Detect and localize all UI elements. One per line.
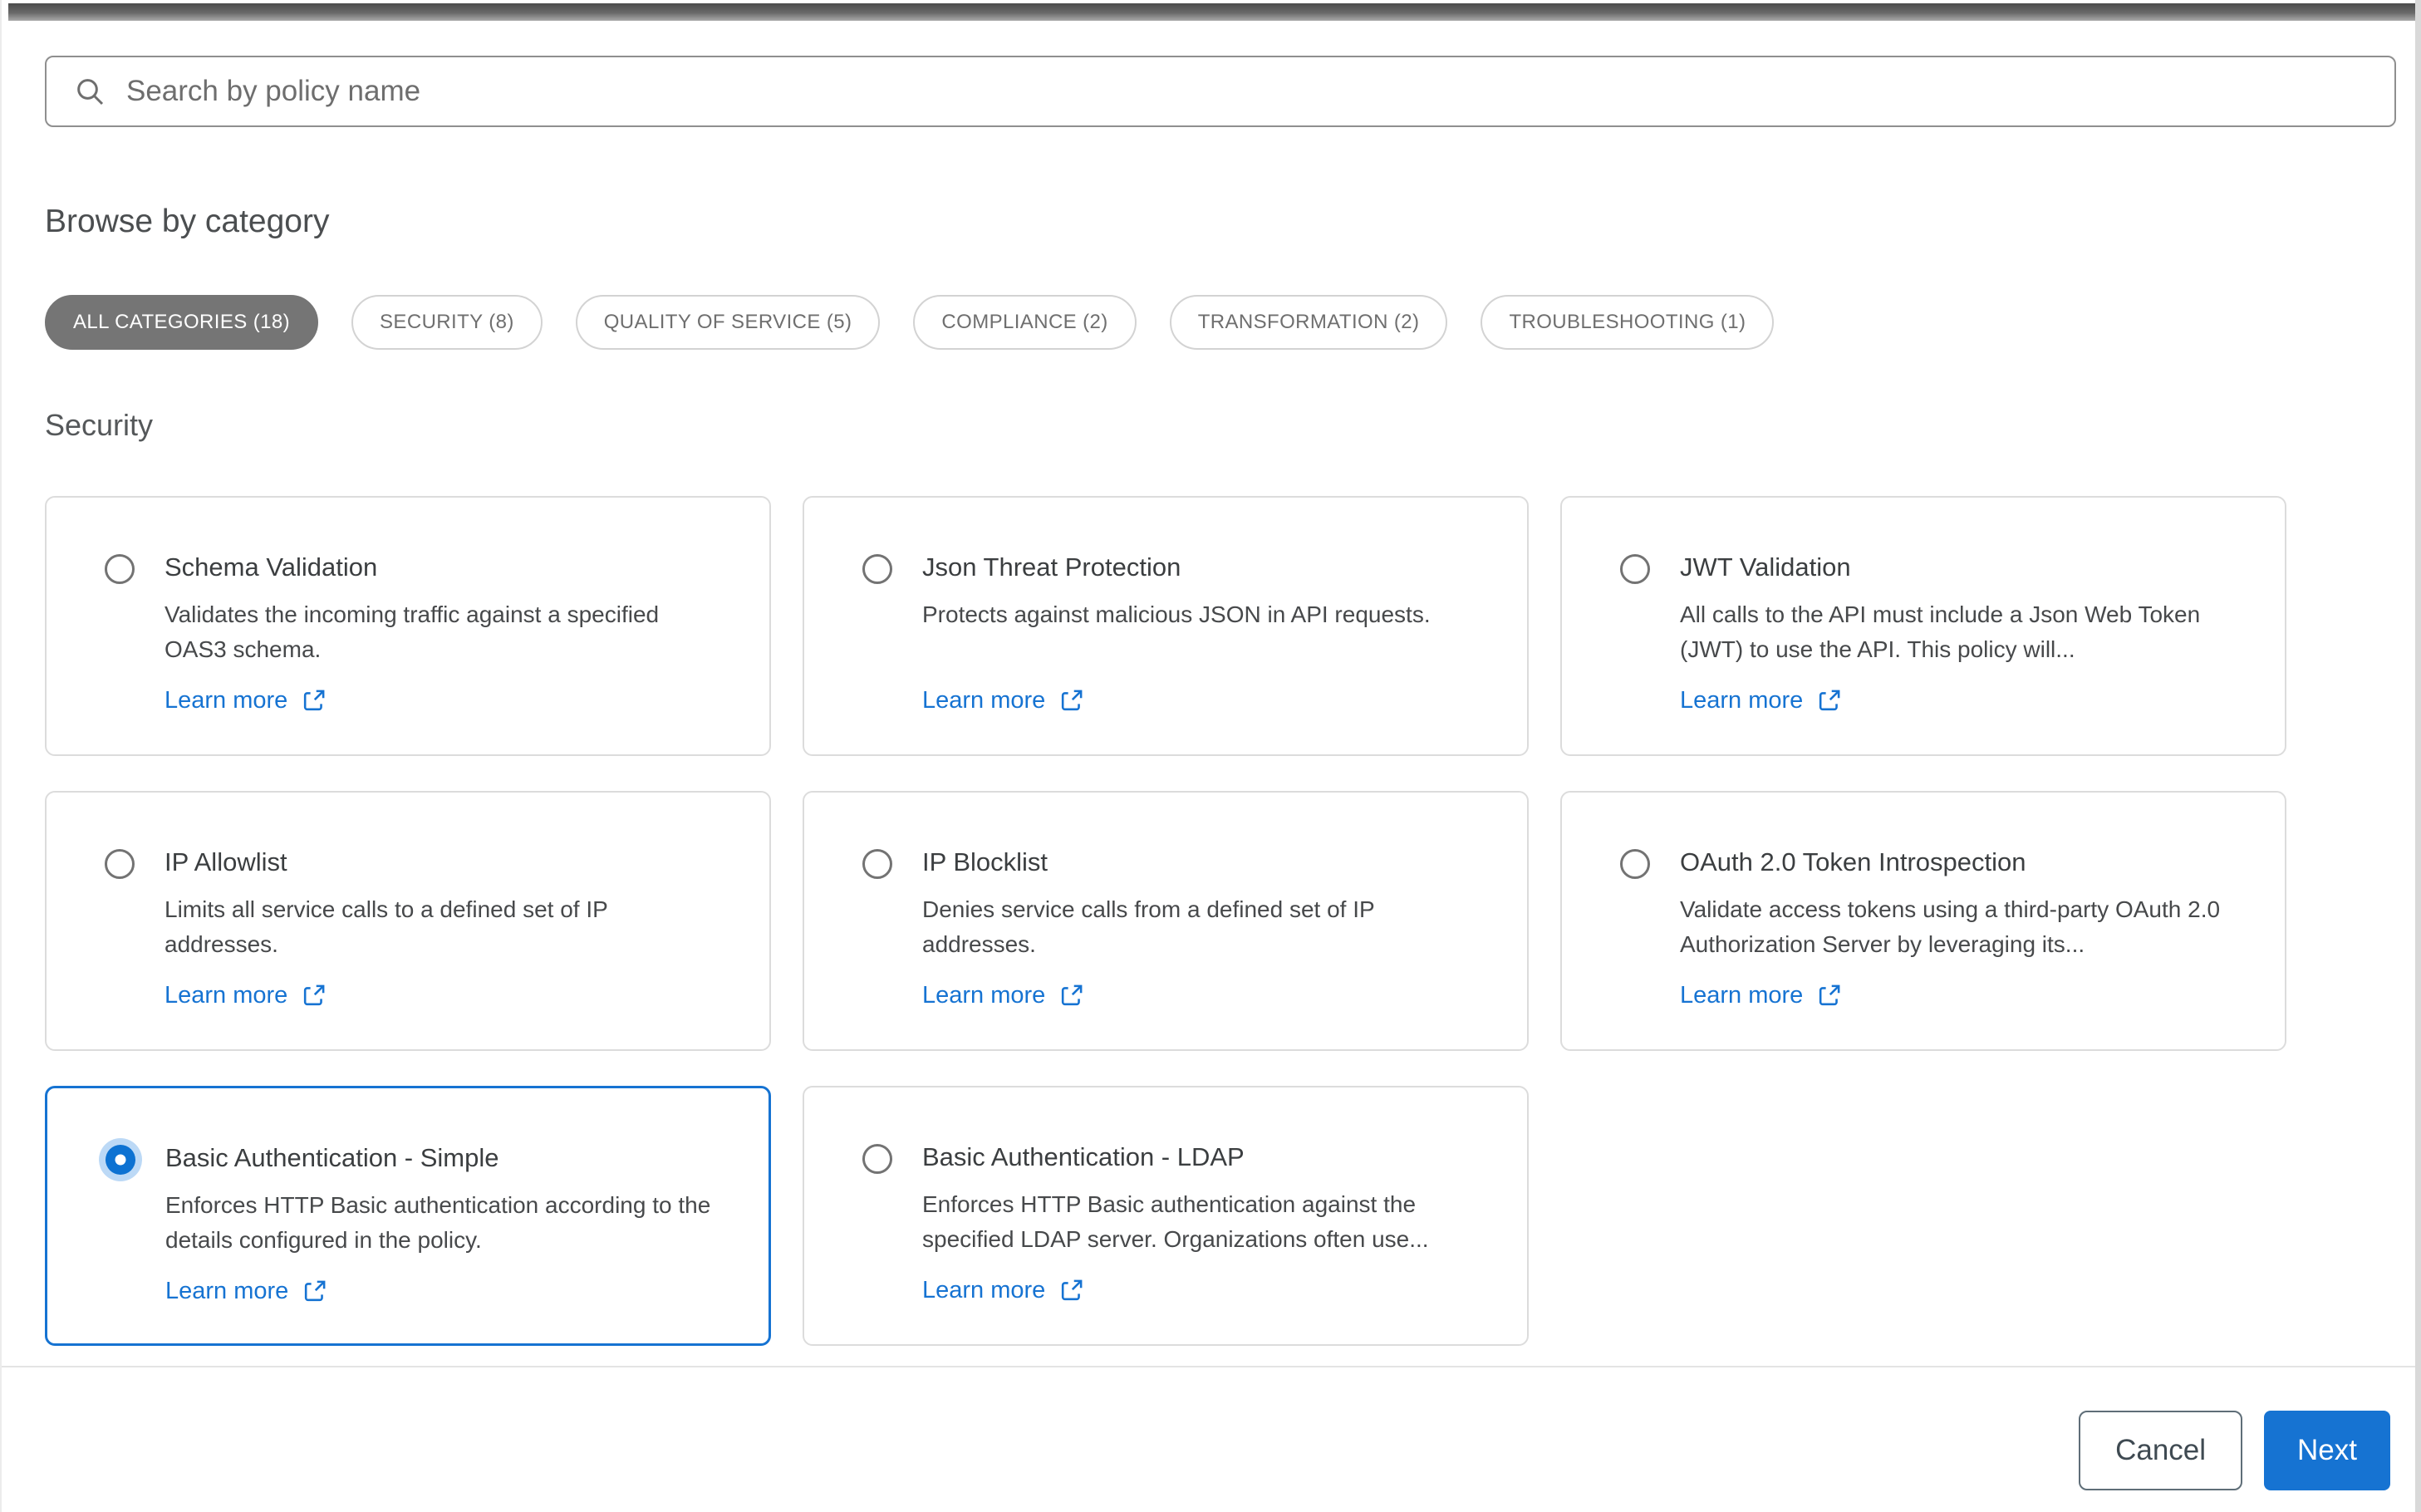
learn-more-link[interactable]: Learn more	[165, 982, 327, 1009]
browse-by-category-heading: Browse by category	[45, 204, 330, 239]
search-input[interactable]	[45, 56, 2396, 127]
learn-more-label: Learn more	[165, 1278, 289, 1304]
policy-card-json-threat-protection[interactable]: Json Threat Protection Protects against …	[803, 496, 1529, 756]
external-link-icon	[1062, 690, 1083, 711]
policy-title: IP Blocklist	[922, 847, 1048, 876]
radio-unselected-icon[interactable]	[862, 554, 892, 584]
learn-more-label: Learn more	[165, 982, 288, 1009]
policy-card-basic-auth-ldap[interactable]: Basic Authentication - LDAP Enforces HTT…	[803, 1086, 1529, 1346]
policy-card-ip-allowlist[interactable]: IP Allowlist Limits all service calls to…	[45, 791, 771, 1051]
policy-title: Basic Authentication - Simple	[165, 1143, 499, 1172]
card-body: IP Allowlist Limits all service calls to…	[165, 847, 726, 1009]
external-link-icon	[1819, 984, 1840, 1006]
cancel-button[interactable]: Cancel	[2079, 1411, 2243, 1490]
dialog-footer: Cancel Next	[2, 1366, 2415, 1490]
card-body: Basic Authentication - Simple Enforces H…	[165, 1143, 727, 1305]
policy-card-grid: Schema Validation Validates the incoming…	[45, 496, 2396, 1346]
chip-quality-of-service[interactable]: QUALITY OF SERVICE (5)	[575, 295, 881, 350]
external-link-icon	[304, 984, 325, 1006]
radio-unselected-icon[interactable]	[862, 849, 892, 879]
learn-more-label: Learn more	[1680, 982, 1804, 1009]
policy-title: Schema Validation	[165, 552, 378, 582]
policy-description: Enforces HTTP Basic authentication accor…	[165, 1192, 711, 1253]
policy-description: Validates the incoming traffic against a…	[165, 601, 660, 662]
policy-card-schema-validation[interactable]: Schema Validation Validates the incoming…	[45, 496, 771, 756]
policy-title: Basic Authentication - LDAP	[922, 1142, 1245, 1171]
policy-description: All calls to the API must include a Json…	[1680, 601, 2201, 662]
card-body: IP Blocklist Denies service calls from a…	[922, 847, 1484, 1009]
chip-security[interactable]: SECURITY (8)	[351, 295, 543, 350]
policy-description: Denies service calls from a defined set …	[922, 896, 1375, 957]
policy-select-dialog: Browse by category ALL CATEGORIES (18) S…	[0, 0, 2421, 1512]
learn-more-label: Learn more	[922, 982, 1046, 1009]
policy-card-oauth-token-introspection[interactable]: OAuth 2.0 Token Introspection Validate a…	[1560, 791, 2286, 1051]
chip-all-categories[interactable]: ALL CATEGORIES (18)	[45, 295, 319, 350]
learn-more-label: Learn more	[165, 687, 288, 714]
policy-card-jwt-validation[interactable]: JWT Validation All calls to the API must…	[1560, 496, 2286, 756]
card-body: Schema Validation Validates the incoming…	[165, 552, 726, 714]
policy-description: Limits all service calls to a defined se…	[165, 896, 608, 957]
learn-more-link[interactable]: Learn more	[1680, 982, 1842, 1009]
search-bar	[45, 56, 2396, 127]
security-section-heading: Security	[45, 408, 154, 442]
radio-unselected-icon[interactable]	[105, 849, 135, 879]
learn-more-label: Learn more	[1680, 687, 1804, 714]
radio-unselected-icon[interactable]	[1620, 554, 1650, 584]
policy-title: IP Allowlist	[165, 847, 287, 876]
policy-title: Json Threat Protection	[922, 552, 1181, 582]
policy-title: JWT Validation	[1680, 552, 1851, 582]
policy-card-ip-blocklist[interactable]: IP Blocklist Denies service calls from a…	[803, 791, 1529, 1051]
policy-description: Protects against malicious JSON in API r…	[922, 601, 1431, 627]
external-link-icon	[1062, 1279, 1083, 1301]
external-link-icon	[1062, 984, 1083, 1006]
policy-title: OAuth 2.0 Token Introspection	[1680, 847, 2026, 876]
card-body: JWT Validation All calls to the API must…	[1680, 552, 2242, 714]
dialog-content: Browse by category ALL CATEGORIES (18) S…	[2, 21, 2415, 1512]
radio-unselected-icon[interactable]	[105, 554, 135, 584]
external-link-icon	[305, 1280, 326, 1302]
card-body: OAuth 2.0 Token Introspection Validate a…	[1680, 847, 2242, 1009]
learn-more-link[interactable]: Learn more	[1680, 687, 1842, 714]
radio-unselected-icon[interactable]	[1620, 849, 1650, 879]
learn-more-link[interactable]: Learn more	[922, 687, 1084, 714]
chip-troubleshooting[interactable]: TROUBLESHOOTING (1)	[1481, 295, 1775, 350]
learn-more-link[interactable]: Learn more	[165, 687, 327, 714]
learn-more-link[interactable]: Learn more	[922, 982, 1084, 1009]
learn-more-link[interactable]: Learn more	[922, 1277, 1084, 1304]
radio-unselected-icon[interactable]	[862, 1144, 892, 1174]
chip-compliance[interactable]: COMPLIANCE (2)	[913, 295, 1137, 350]
learn-more-link[interactable]: Learn more	[165, 1278, 327, 1305]
external-link-icon	[1819, 690, 1840, 711]
category-filter-row: ALL CATEGORIES (18) SECURITY (8) QUALITY…	[45, 295, 2396, 350]
learn-more-label: Learn more	[922, 687, 1046, 714]
external-link-icon	[304, 690, 325, 711]
policy-description: Validate access tokens using a third-par…	[1680, 896, 2221, 957]
chip-transformation[interactable]: TRANSFORMATION (2)	[1169, 295, 1448, 350]
policy-description: Enforces HTTP Basic authentication again…	[922, 1191, 1429, 1252]
window-top-edge	[8, 3, 2415, 21]
next-button[interactable]: Next	[2264, 1411, 2390, 1490]
card-body: Basic Authentication - LDAP Enforces HTT…	[922, 1142, 1484, 1304]
radio-selected-icon[interactable]	[106, 1145, 135, 1175]
card-body: Json Threat Protection Protects against …	[922, 552, 1431, 714]
learn-more-label: Learn more	[922, 1277, 1046, 1303]
policy-card-basic-auth-simple[interactable]: Basic Authentication - Simple Enforces H…	[45, 1086, 771, 1346]
